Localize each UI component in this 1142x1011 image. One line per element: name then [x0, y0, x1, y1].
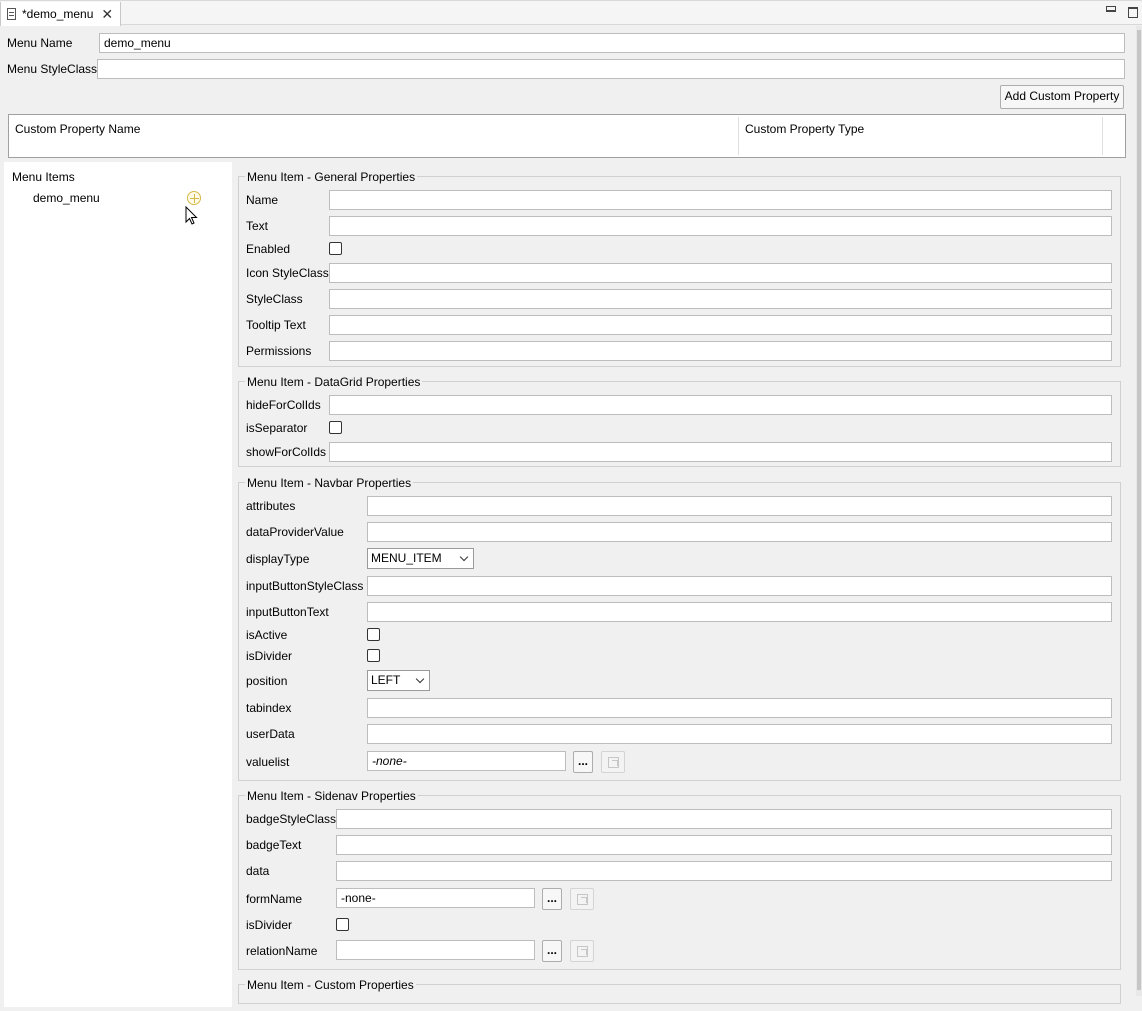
- text-input[interactable]: [329, 216, 1112, 236]
- form-name-open-button[interactable]: [570, 888, 594, 910]
- attributes-input[interactable]: [367, 496, 1112, 516]
- show-for-col-ids-label: showForColIds: [246, 445, 327, 459]
- relation-name-input[interactable]: [336, 940, 535, 960]
- relation-name-label: relationName: [246, 944, 318, 958]
- tree-item-demo-menu[interactable]: demo_menu: [33, 191, 100, 205]
- menu-items-title: Menu Items: [12, 170, 75, 184]
- tabindex-label: tabindex: [246, 701, 292, 715]
- chevron-down-icon: [415, 674, 425, 684]
- column-header-name[interactable]: Custom Property Name: [15, 122, 140, 136]
- relation-name-browse-button[interactable]: ...: [542, 940, 562, 962]
- hide-for-col-ids-input[interactable]: [329, 395, 1112, 415]
- relation-name-open-button[interactable]: [570, 940, 594, 962]
- custom-properties-title: Menu Item - Custom Properties: [245, 978, 416, 992]
- mouse-cursor-icon: [185, 206, 198, 225]
- show-for-col-ids-input[interactable]: [329, 442, 1112, 462]
- column-divider: [1102, 117, 1103, 155]
- input-button-styleclass-label: inputButtonStyleClass: [246, 579, 364, 593]
- position-select[interactable]: LEFT: [367, 670, 430, 691]
- form-name-browse-button[interactable]: ...: [542, 888, 562, 910]
- styleclass-input[interactable]: [329, 289, 1112, 309]
- data-input[interactable]: [336, 861, 1112, 881]
- data-provider-value-label: dataProviderValue: [246, 525, 344, 539]
- is-active-checkbox[interactable]: [367, 628, 380, 641]
- menu-name-label: Menu Name: [7, 36, 73, 50]
- editor-tab-bar: *demo_menu ✕: [0, 0, 1142, 26]
- permissions-input[interactable]: [329, 341, 1112, 361]
- tabindex-input[interactable]: [367, 698, 1112, 718]
- tooltip-text-label: Tooltip Text: [246, 318, 306, 332]
- general-properties-title: Menu Item - General Properties: [245, 170, 418, 184]
- enabled-label: Enabled: [246, 242, 291, 256]
- display-type-label: displayType: [246, 552, 310, 566]
- icon-styleclass-label: Icon StyleClass: [246, 266, 329, 280]
- menu-name-input[interactable]: demo_menu: [99, 33, 1125, 53]
- user-data-label: userData: [246, 727, 295, 741]
- form-name-label: formName: [246, 892, 303, 906]
- menu-items-tree: [4, 162, 232, 1007]
- navbar-properties-title: Menu Item - Navbar Properties: [245, 476, 414, 490]
- column-header-type[interactable]: Custom Property Type: [745, 122, 864, 136]
- name-label: Name: [246, 193, 279, 207]
- chevron-down-icon: [459, 552, 469, 562]
- menu-styleclass-input[interactable]: [97, 59, 1125, 79]
- sidenav-is-divider-label: isDivider: [246, 918, 293, 932]
- datagrid-properties-title: Menu Item - DataGrid Properties: [245, 375, 423, 389]
- name-input[interactable]: [329, 190, 1112, 210]
- input-button-styleclass-input[interactable]: [367, 576, 1112, 596]
- data-provider-value-input[interactable]: [367, 522, 1112, 542]
- scrollbar-thumb[interactable]: [1137, 30, 1141, 990]
- menu-styleclass-label: Menu StyleClass: [7, 62, 98, 76]
- sidenav-properties-title: Menu Item - Sidenav Properties: [245, 789, 418, 803]
- user-data-input[interactable]: [367, 724, 1112, 744]
- position-label: position: [246, 674, 288, 688]
- add-custom-property-button[interactable]: Add Custom Property: [1000, 85, 1124, 109]
- is-separator-checkbox[interactable]: [329, 421, 342, 434]
- tooltip-text-input[interactable]: [329, 315, 1112, 335]
- add-item-icon[interactable]: [187, 191, 201, 205]
- valuelist-open-button[interactable]: [601, 751, 625, 773]
- minimize-icon[interactable]: [1106, 6, 1116, 12]
- badge-text-input[interactable]: [336, 835, 1112, 855]
- open-link-icon: [577, 946, 588, 957]
- enabled-checkbox[interactable]: [329, 242, 342, 255]
- permissions-label: Permissions: [246, 344, 312, 358]
- open-link-icon: [577, 894, 588, 905]
- tab-demo-menu[interactable]: *demo_menu ✕: [0, 2, 121, 26]
- input-button-text-label: inputButtonText: [246, 605, 329, 619]
- is-separator-label: isSeparator: [246, 421, 308, 435]
- badge-styleclass-label: badgeStyleClass: [246, 812, 337, 826]
- is-divider-checkbox[interactable]: [367, 649, 380, 662]
- close-icon[interactable]: ✕: [101, 7, 113, 21]
- is-active-label: isActive: [246, 628, 288, 642]
- badge-styleclass-input[interactable]: [336, 809, 1112, 829]
- text-label: Text: [246, 219, 269, 233]
- display-type-value: MENU_ITEM: [371, 551, 442, 565]
- styleclass-label: StyleClass: [246, 292, 303, 306]
- badge-text-label: badgeText: [246, 838, 302, 852]
- form-name-input[interactable]: -none-: [336, 888, 535, 908]
- column-divider: [738, 117, 739, 155]
- tab-title: *demo_menu: [22, 7, 94, 21]
- display-type-select[interactable]: MENU_ITEM: [367, 548, 474, 569]
- valuelist-input[interactable]: -none-: [367, 751, 566, 771]
- maximize-icon[interactable]: [1128, 7, 1138, 18]
- hide-for-col-ids-label: hideForColIds: [246, 398, 321, 412]
- valuelist-browse-button[interactable]: ...: [573, 751, 593, 773]
- open-link-icon: [608, 757, 619, 768]
- valuelist-label: valuelist: [246, 755, 290, 769]
- attributes-label: attributes: [246, 499, 296, 513]
- input-button-text-input[interactable]: [367, 602, 1112, 622]
- sidenav-is-divider-checkbox[interactable]: [336, 918, 349, 931]
- icon-styleclass-input[interactable]: [329, 263, 1112, 283]
- data-label: data: [246, 864, 270, 878]
- custom-property-table[interactable]: Custom Property Name Custom Property Typ…: [8, 114, 1126, 158]
- position-value: LEFT: [371, 673, 401, 687]
- menu-file-icon: [7, 8, 16, 20]
- is-divider-label: isDivider: [246, 649, 293, 663]
